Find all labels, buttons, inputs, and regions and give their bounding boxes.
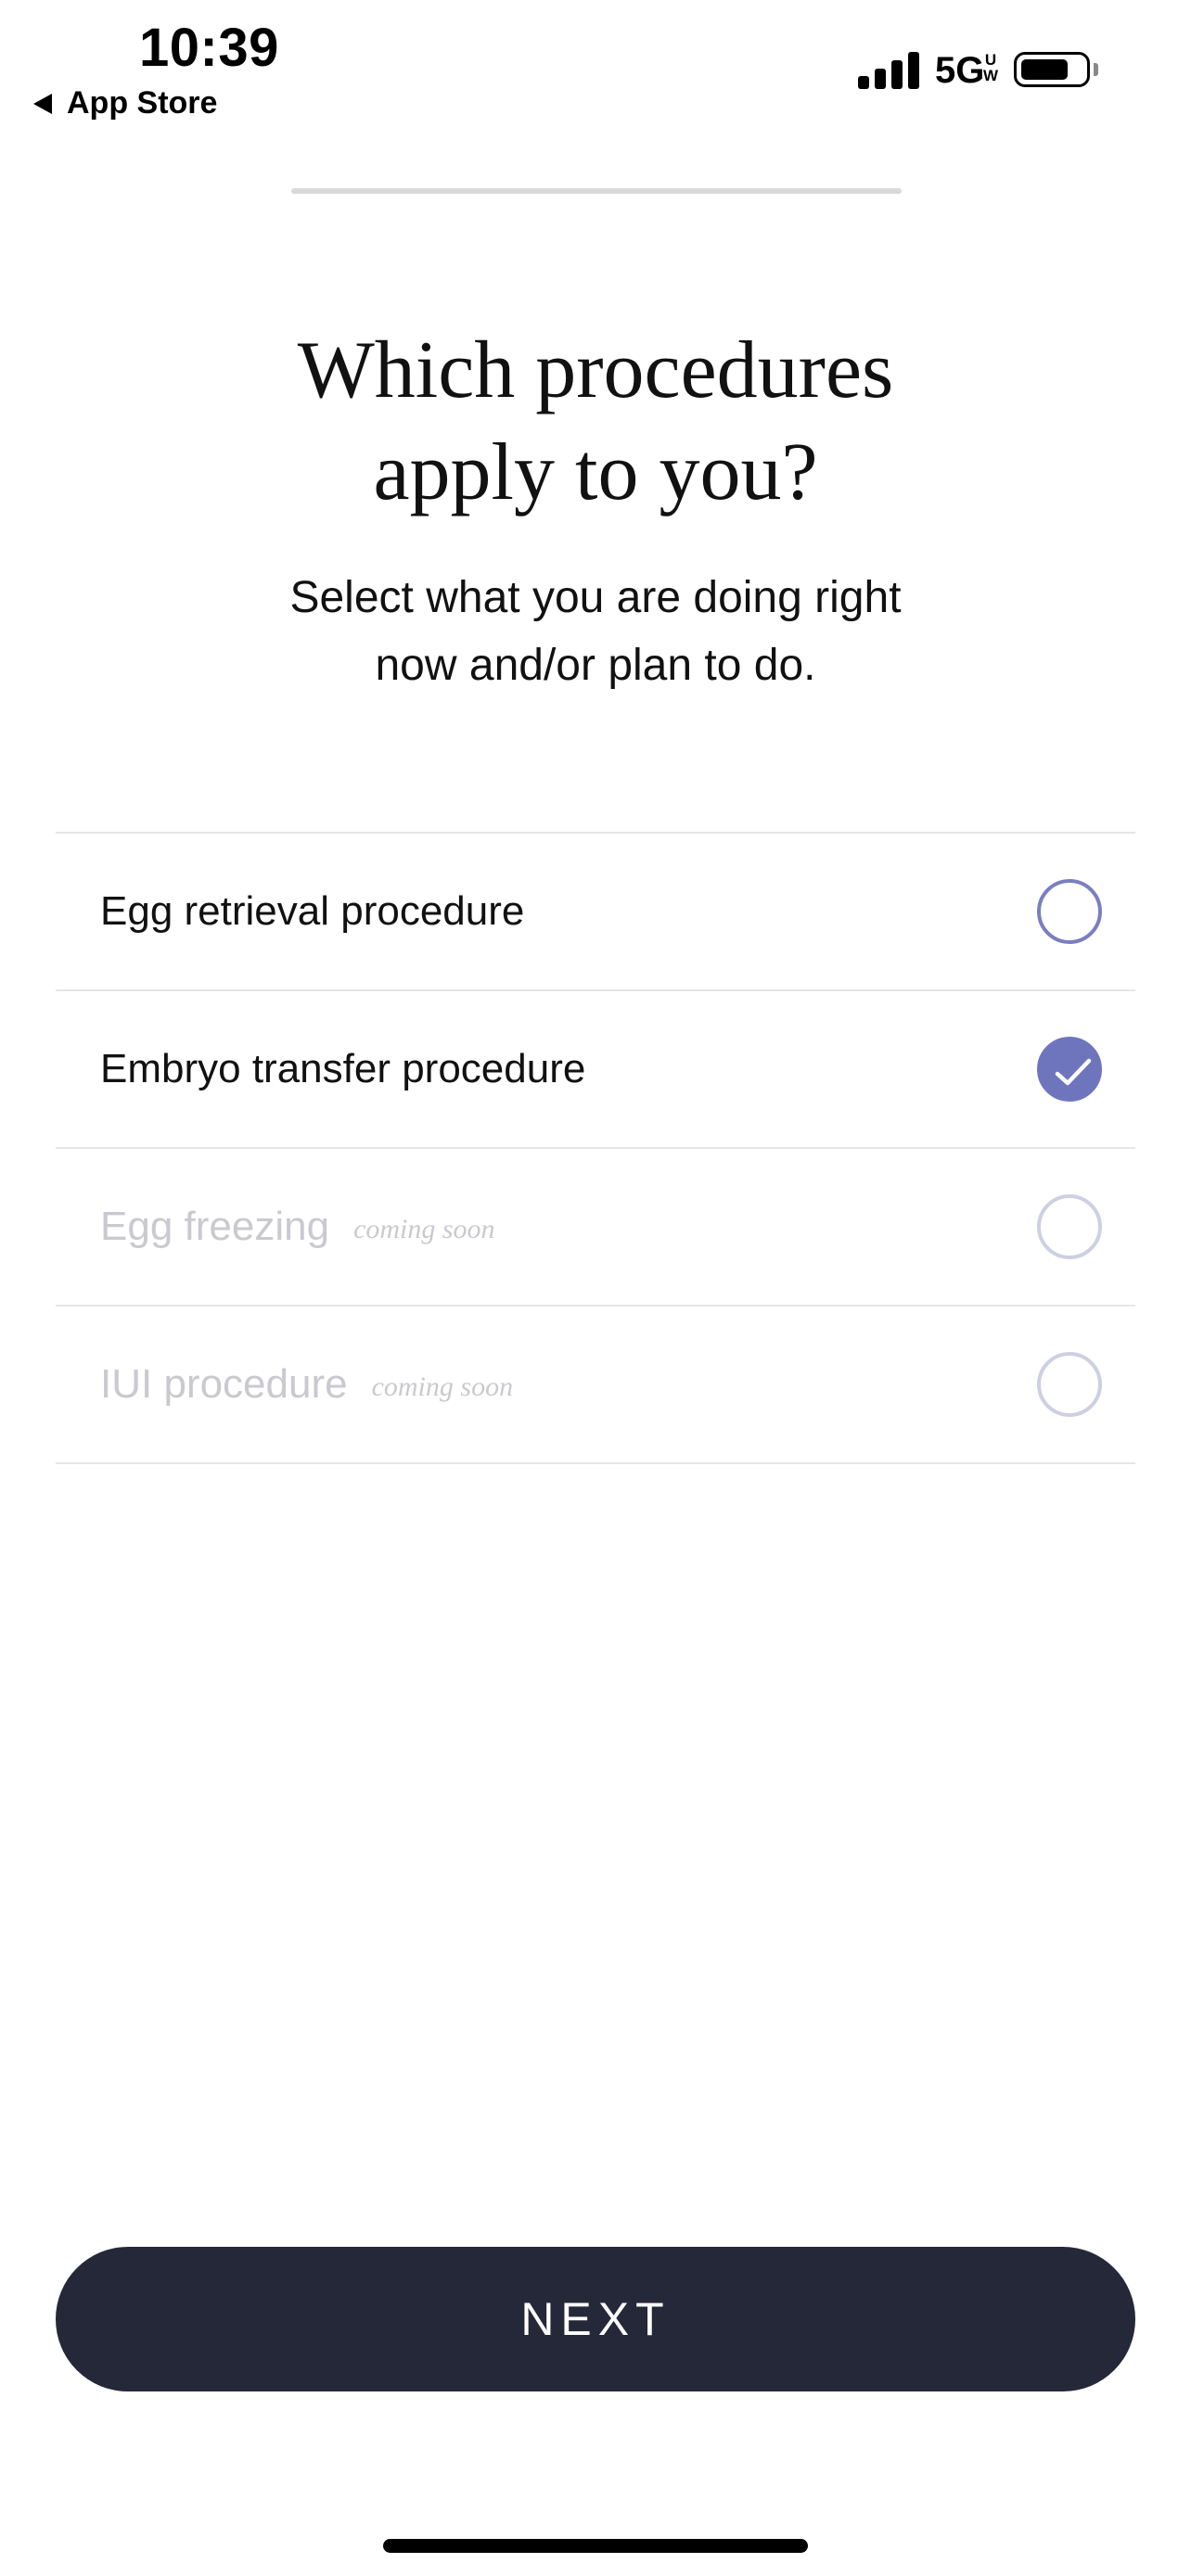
battery-icon xyxy=(1014,52,1090,87)
checkmark-icon xyxy=(1055,1058,1092,1086)
radio-checked-icon[interactable] xyxy=(1037,1037,1102,1102)
cellular-signal-icon xyxy=(858,50,921,89)
option-egg-retrieval[interactable]: Egg retrieval procedure xyxy=(56,834,1135,991)
progress-fill xyxy=(291,188,902,194)
radio-unchecked-icon[interactable] xyxy=(1037,1352,1102,1417)
option-embryo-transfer[interactable]: Embryo transfer procedure xyxy=(56,991,1135,1149)
coming-soon-note: coming soon xyxy=(371,1371,514,1402)
triangle-left-icon xyxy=(33,93,52,114)
option-label: Embryo transfer procedure xyxy=(100,1046,586,1091)
radio-unchecked-icon[interactable] xyxy=(1037,879,1102,944)
option-label: Egg retrieval procedure xyxy=(100,888,525,934)
page-title: Which procedures apply to you? xyxy=(297,325,894,517)
page-subtitle: Select what you are doing right now and/… xyxy=(289,573,902,690)
progress-bar xyxy=(291,188,902,194)
status-bar: 10:39 App Store 5G UW xyxy=(0,0,1191,139)
battery-cap xyxy=(1094,63,1098,76)
option-label: Egg freezing xyxy=(100,1204,330,1249)
procedure-options-list: Egg retrieval procedure Embryo transfer … xyxy=(56,832,1135,1464)
home-indicator[interactable] xyxy=(383,2539,808,2553)
coming-soon-note: coming soon xyxy=(353,1214,495,1244)
next-button[interactable]: NEXT xyxy=(56,2247,1135,2391)
back-to-app-store-link[interactable]: App Store xyxy=(33,85,217,121)
battery-level xyxy=(1021,59,1068,80)
option-egg-freezing[interactable]: Egg freezing coming soon xyxy=(56,1149,1135,1307)
option-label: IUI procedure xyxy=(100,1361,348,1407)
option-iui[interactable]: IUI procedure coming soon xyxy=(56,1307,1135,1464)
back-app-label: App Store xyxy=(67,85,218,121)
radio-unchecked-icon[interactable] xyxy=(1037,1194,1102,1259)
status-time: 10:39 xyxy=(139,18,279,78)
network-superscript: UW xyxy=(983,51,999,84)
network-type-label: 5G xyxy=(935,50,985,91)
